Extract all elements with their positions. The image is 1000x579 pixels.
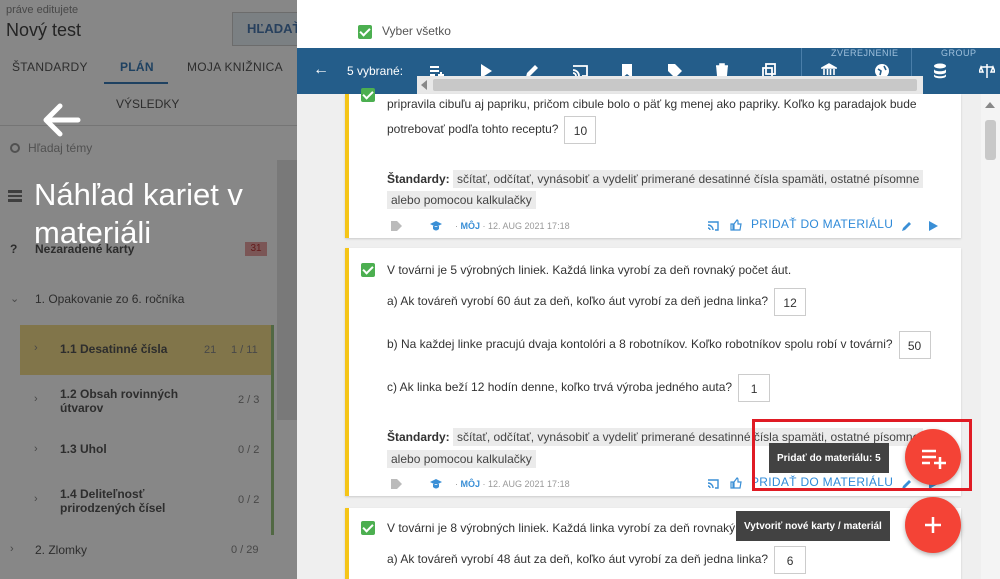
- tag-icon: [391, 479, 402, 489]
- answer-box[interactable]: 50: [898, 331, 931, 359]
- card-checkbox[interactable]: [361, 521, 375, 535]
- scale-icon[interactable]: [979, 63, 995, 79]
- graduation-cap-icon: [430, 479, 442, 489]
- card-standards-cont: alebo pomocou kalkulačky: [387, 450, 536, 468]
- card-question: potrebovať podľa tohto receptu? 10: [387, 116, 597, 144]
- group-label-published: ZVEREJNENIE: [831, 48, 899, 58]
- plus-icon: [925, 517, 941, 533]
- group-label-group: GROUP: [941, 48, 977, 58]
- arrow-left-icon[interactable]: ←: [313, 61, 329, 79]
- select-all-row: Vyber všetko: [297, 0, 1000, 48]
- pencil-icon[interactable]: [901, 220, 913, 232]
- answer-box[interactable]: 10: [564, 116, 597, 144]
- card-checkbox[interactable]: [361, 88, 375, 102]
- card-meta: · MÔJ · 12. AUG 2021 17:18: [455, 221, 570, 231]
- preview-overlay: Náhľad kariet v materiáli: [0, 0, 297, 579]
- cast-icon[interactable]: [707, 478, 719, 490]
- tag-icon: [391, 221, 402, 231]
- vertical-scrollbar[interactable]: [981, 94, 1000, 579]
- highlight-frame: [752, 419, 972, 491]
- create-new-fab[interactable]: [905, 497, 961, 553]
- scrollbar-thumb[interactable]: [985, 120, 996, 160]
- play-icon[interactable]: [927, 220, 939, 232]
- cast-icon[interactable]: [707, 220, 719, 232]
- create-new-tooltip: Vytvoriť nové karty / materiál: [736, 511, 890, 541]
- card[interactable]: pripravila cibuľu aj papriku, pričom cib…: [345, 88, 961, 238]
- database-icon[interactable]: [932, 63, 948, 79]
- card-question-c: c) Ak linka beží 12 hodín denne, koľko t…: [387, 374, 771, 402]
- select-all-checkbox[interactable]: [358, 25, 372, 39]
- card-intro: V továrni je 5 výrobných liniek. Každá l…: [387, 263, 792, 277]
- add-to-material-button[interactable]: PRIDAŤ DO MATERIÁLU: [751, 217, 893, 231]
- card-checkbox[interactable]: [361, 263, 375, 277]
- thumb-up-icon[interactable]: [730, 477, 742, 489]
- card-question-a: a) Ak továreň vyrobí 60 áut za deň, koľk…: [387, 288, 807, 316]
- selection-toolbar: ← 5 vybrané: ZVEREJNENIE GROUP: [297, 48, 1000, 94]
- card-question-b: b) Na každej linke pracujú dvaja kontoló…: [387, 331, 931, 359]
- answer-box[interactable]: 6: [774, 546, 807, 574]
- scrollbar-thumb[interactable]: [433, 79, 917, 91]
- answer-box[interactable]: 1: [738, 374, 771, 402]
- card-question-a: a) Ak továreň vyrobí 48 áut za deň, koľk…: [387, 546, 807, 574]
- answer-box[interactable]: 12: [774, 288, 807, 316]
- arrow-left-icon[interactable]: [38, 96, 86, 144]
- select-all-label[interactable]: Vyber všetko: [382, 24, 451, 38]
- scroll-up-icon[interactable]: [985, 102, 995, 108]
- horizontal-scrollbar[interactable]: [417, 76, 923, 94]
- material-preview-panel: Vyber všetko ← 5 vybrané: ZVEREJNENIE GR…: [297, 0, 1000, 579]
- card-standards-cont: alebo pomocou kalkulačky: [387, 191, 536, 209]
- overlay-title: Náhľad kariet v materiáli: [34, 177, 243, 250]
- card-intro: V továrni je 8 výrobných liniek. Každá l…: [387, 521, 792, 535]
- scroll-left-icon[interactable]: [421, 80, 427, 90]
- card-meta: · MÔJ · 12. AUG 2021 17:18: [455, 479, 570, 489]
- card-standards: Štandardy: sčítať, odčítať, vynásobiť a …: [387, 170, 924, 188]
- graduation-cap-icon: [430, 221, 442, 231]
- card-text: pripravila cibuľu aj papriku, pričom cib…: [387, 97, 917, 111]
- thumb-up-icon[interactable]: [730, 219, 742, 231]
- selected-count: 5 vybrané:: [347, 64, 404, 78]
